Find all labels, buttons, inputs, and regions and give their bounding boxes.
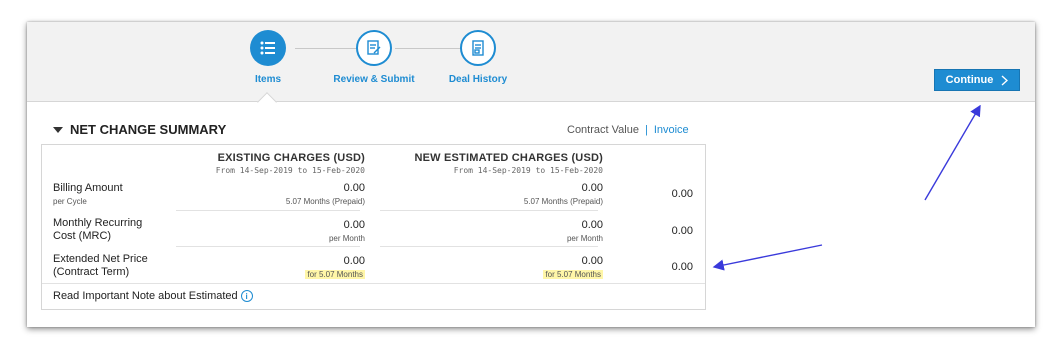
annotation-arrows — [712, 104, 981, 271]
annotation-arrow-to-continue — [924, 104, 981, 201]
annotation-arrow-to-net-price — [712, 244, 823, 271]
